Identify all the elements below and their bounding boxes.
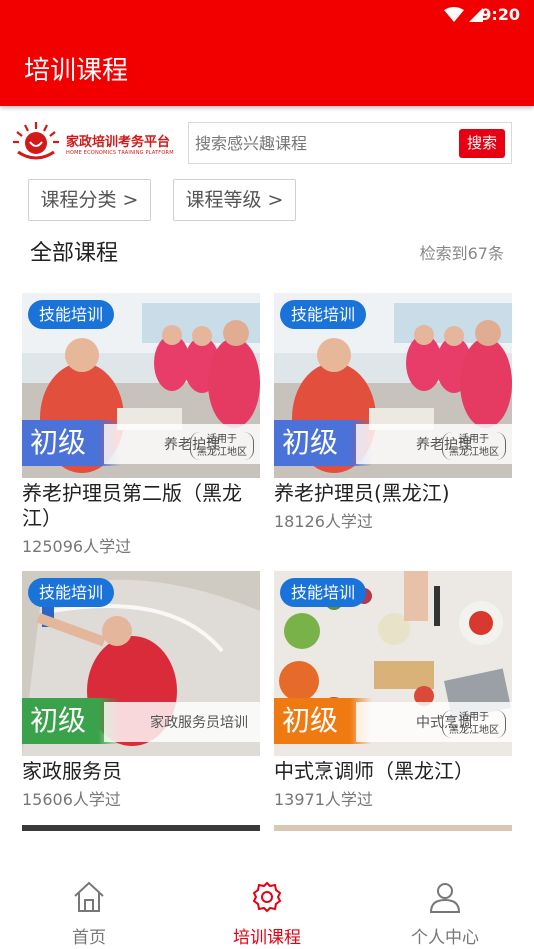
status-bar: 9:20 [0, 0, 534, 30]
home-icon [74, 881, 104, 912]
course-title: 养老护理员(黑龙江) [274, 481, 450, 505]
tab-courses[interactable]: 培训课程 [207, 867, 327, 949]
course-tag: 技能培训 [280, 578, 367, 607]
tab-profile[interactable]: 个人中心 [385, 867, 505, 949]
course-learners: 18126人学过 [274, 512, 373, 531]
tab-profile-label: 个人中心 [411, 928, 479, 948]
level-filter-button[interactable]: 课程等级 > [173, 179, 296, 221]
result-count: 检索到67条 [419, 244, 504, 263]
course-tag: 技能培训 [28, 578, 115, 607]
course-thumbnail: 技能培训 初级 养老护理 适用于 黑龙江地区 [22, 293, 260, 478]
course-tag: 技能培训 [28, 300, 115, 329]
tab-home-label: 首页 [72, 928, 106, 948]
search-button[interactable]: 搜索 [459, 129, 505, 158]
status-time: 9:20 [480, 5, 520, 24]
next-course-card-edge [274, 825, 512, 831]
course-thumbnail: 技能培训 初级 家政服务员培训 [22, 571, 260, 756]
logo-name-en: HOME ECONOMICS TRAINING PLATFORM [66, 150, 174, 156]
page-title: 培训课程 [24, 56, 129, 86]
course-learners: 15606人学过 [22, 790, 121, 809]
course-thumbnail: 技能培训 初级 中式烹调 适用于 黑龙江地区 [274, 571, 512, 756]
course-tag: 技能培训 [280, 300, 367, 329]
wifi-icon [444, 7, 464, 22]
course-learners: 13971人学过 [274, 790, 373, 809]
platform-logo: 家政培训考务平台 HOME ECONOMICS TRAINING PLATFOR… [12, 120, 182, 166]
tab-home[interactable]: 首页 [29, 867, 149, 949]
tab-courses-label: 培训课程 [233, 928, 301, 948]
search-input[interactable] [195, 129, 451, 157]
bottom-tab-bar: 首页 培训课程 个人中心 [0, 867, 534, 949]
logo-name-cn: 家政培训考务平台 [66, 135, 171, 150]
region-note: 适用于 黑龙江地区 [442, 710, 506, 738]
course-thumbnail: 技能培训 初级 养老护理 适用于 黑龙江地区 [274, 293, 512, 478]
logo-emblem-icon [13, 122, 59, 160]
app-bar: 培训课程 [0, 30, 534, 106]
next-course-card-edge [22, 825, 260, 831]
region-note: 适用于 黑龙江地区 [190, 432, 254, 460]
course-title: 家政服务员 [22, 759, 122, 783]
gear-icon [252, 881, 282, 913]
search-bar: 搜索 [188, 122, 512, 164]
category-filter-button[interactable]: 课程分类 > [28, 179, 151, 221]
person-icon [429, 883, 461, 913]
course-banner-text: 家政服务员培训 [150, 715, 248, 731]
course-title: 中式烹调师（黑龙江） [274, 759, 474, 783]
course-title: 养老护理员第二版（黑龙江） [22, 481, 242, 530]
region-note: 适用于 黑龙江地区 [442, 432, 506, 460]
section-title: 全部课程 [30, 241, 119, 266]
course-learners: 125096人学过 [22, 537, 132, 556]
